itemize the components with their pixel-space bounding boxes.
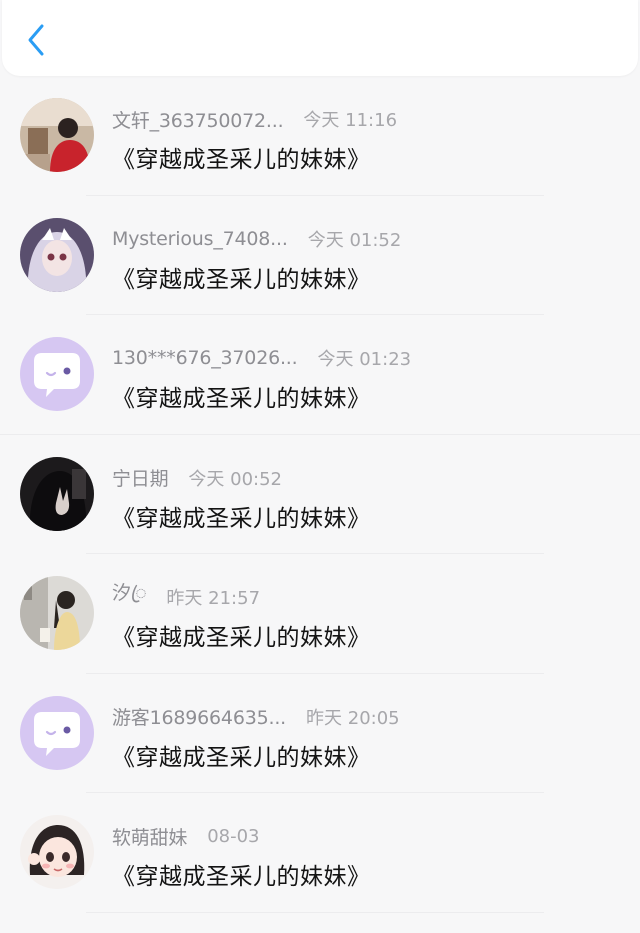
sender-name: Mysterious_7408... [112, 227, 288, 250]
timestamp: 昨天 21:57 [166, 588, 261, 609]
message-preview: 《穿越成圣采儿的妹妹》 [112, 386, 371, 412]
sender-name: 汐ꦿ [112, 581, 147, 604]
avatar[interactable] [20, 815, 94, 889]
message-preview: 《穿越成圣采儿的妹妹》 [112, 266, 371, 293]
timestamp: 今天 00:52 [188, 468, 283, 490]
anime-avatar-icon [20, 217, 94, 292]
top-bar [2, 0, 638, 76]
sender-name: 130***676_37026... [112, 347, 298, 369]
avatar[interactable] [20, 576, 94, 650]
message-preview: 《穿越成圣采儿的妹妹》 [112, 864, 371, 890]
back-button[interactable] [20, 20, 52, 60]
message-preview: 《穿越成圣采儿的妹妹》 [112, 625, 371, 651]
sender-name: 文轩_363750072... [112, 109, 284, 132]
message-row[interactable]: 文轩_363750072... 今天 11:16 《穿越成圣采儿的妹妹》 [0, 76, 640, 196]
dark-photo-avatar-icon [20, 456, 94, 531]
message-meta: Mysterious_7408... 今天 01:52 [112, 226, 401, 252]
message-list: 文轩_363750072... 今天 11:16 《穿越成圣采儿的妹妹》 Mys… [0, 76, 640, 913]
timestamp: 今天 01:23 [317, 349, 412, 370]
sender-name: 宁日期 [112, 468, 169, 490]
photo-avatar-icon [20, 98, 94, 172]
message-preview: 《穿越成圣采儿的妹妹》 [112, 505, 371, 532]
avatar[interactable] [20, 98, 94, 172]
timestamp: 今天 11:16 [303, 110, 398, 131]
message-meta: 软萌甜妹 08-03 [112, 823, 260, 849]
message-preview: 《穿越成圣采儿的妹妹》 [112, 147, 371, 173]
avatar[interactable] [20, 337, 94, 411]
avatar[interactable] [20, 217, 94, 292]
message-row[interactable]: 汐ꦿ 昨天 21:57 《穿越成圣采儿的妹妹》 [0, 554, 640, 674]
timestamp: 今天 01:52 [307, 229, 402, 251]
sender-name: 游客1689664635... [112, 707, 287, 729]
street-photo-avatar-icon [20, 576, 94, 650]
message-list-screen: 文轩_363750072... 今天 11:16 《穿越成圣采儿的妹妹》 Mys… [0, 0, 640, 933]
message-meta: 文轩_363750072... 今天 11:16 [112, 106, 397, 132]
divider [86, 911, 544, 913]
default-chat-bubble-icon [20, 337, 94, 411]
message-row[interactable]: Mysterious_7408... 今天 01:52 《穿越成圣采儿的妹妹》 [0, 196, 640, 315]
message-row[interactable]: 130***676_37026... 今天 01:23 《穿越成圣采儿的妹妹》 [0, 315, 640, 435]
sender-name: 软萌甜妹 [112, 826, 188, 849]
chevron-left-icon [28, 24, 44, 56]
message-meta: 宁日期 今天 00:52 [112, 465, 282, 491]
timestamp: 08-03 [207, 825, 260, 847]
default-chat-bubble-icon [20, 695, 94, 770]
message-row[interactable]: 游客1689664635... 昨天 20:05 《穿越成圣采儿的妹妹》 [0, 674, 640, 793]
timestamp: 昨天 20:05 [306, 707, 400, 729]
avatar[interactable] [20, 695, 94, 770]
message-meta: 130***676_37026... 今天 01:23 [112, 345, 411, 371]
avatar[interactable] [20, 456, 94, 531]
message-row[interactable]: 宁日期 今天 00:52 《穿越成圣采儿的妹妹》 [0, 435, 640, 554]
cartoon-avatar-icon [20, 815, 94, 889]
message-row[interactable]: 软萌甜妹 08-03 《穿越成圣采儿的妹妹》 [0, 793, 640, 913]
message-preview: 《穿越成圣采儿的妹妹》 [112, 744, 371, 771]
message-meta: 游客1689664635... 昨天 20:05 [112, 704, 400, 730]
message-meta: 汐ꦿ 昨天 21:57 [112, 582, 261, 610]
